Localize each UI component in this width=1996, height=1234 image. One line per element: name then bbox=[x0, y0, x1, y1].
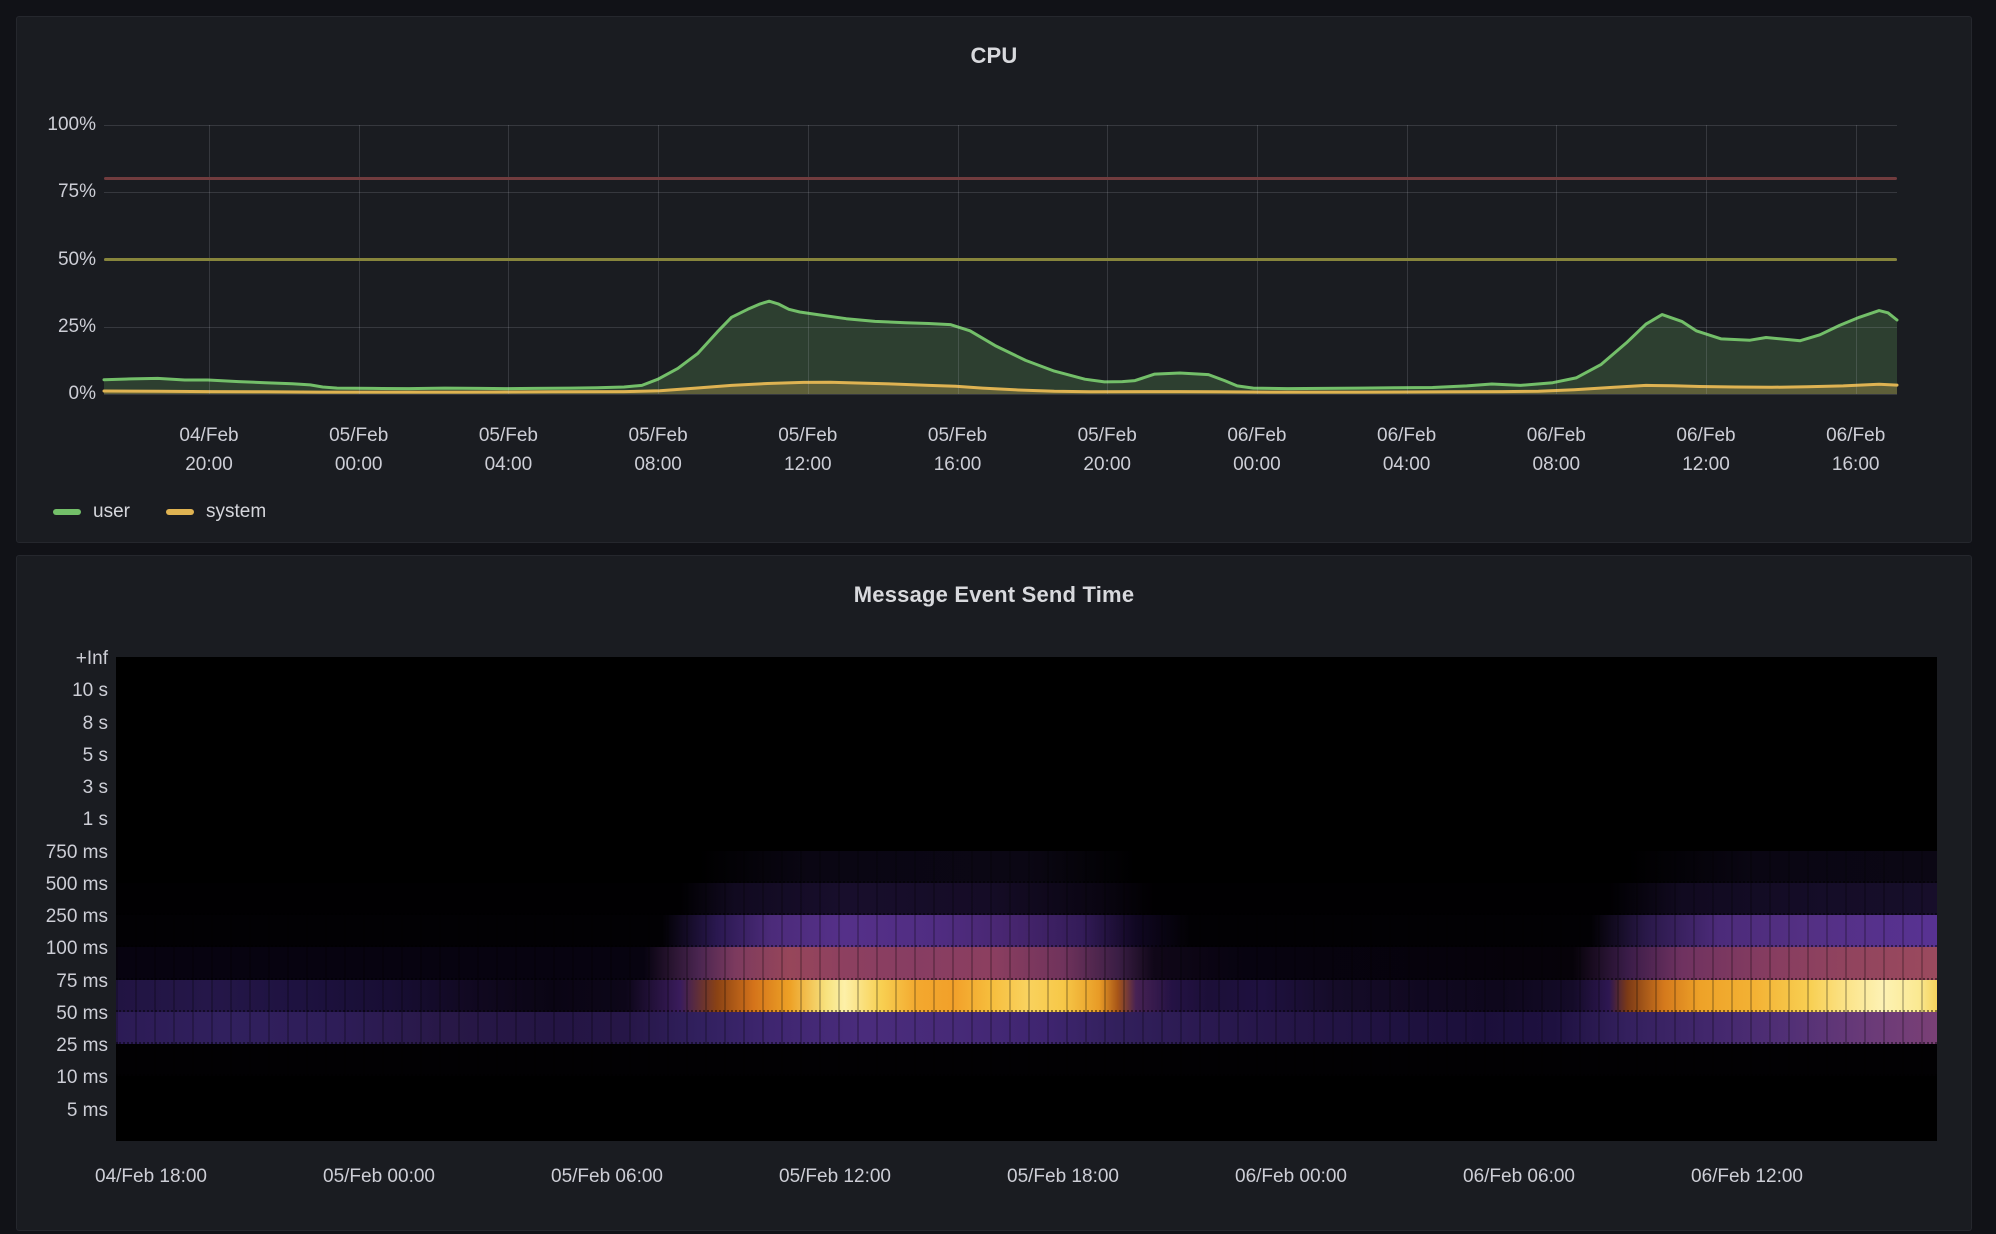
heatmap-x-tick-label: 05/Feb 00:00 bbox=[269, 1166, 489, 1188]
cpu-x-tick-label: 05/Feb16:00 bbox=[883, 421, 1033, 479]
legend-item-system[interactable]: system bbox=[166, 501, 266, 523]
heatmap-row-100ms bbox=[116, 947, 1937, 979]
heatmap-row-5ms bbox=[116, 1109, 1937, 1141]
heatmap-y-tick-label: 75 ms bbox=[17, 971, 108, 993]
heatmap-y-tick-label: 25 ms bbox=[17, 1035, 108, 1057]
heatmap-x-tick-label: 06/Feb 06:00 bbox=[1409, 1166, 1629, 1188]
cpu-x-tick-label: 06/Feb08:00 bbox=[1481, 421, 1631, 479]
panel-title-heatmap: Message Event Send Time bbox=[17, 582, 1971, 608]
heatmap-y-tick-label: 750 ms bbox=[17, 842, 108, 864]
heatmap-plot[interactable] bbox=[116, 657, 1937, 1141]
cpu-x-tick-label: 06/Feb04:00 bbox=[1332, 421, 1482, 479]
cpu-y-tick-label: 25% bbox=[17, 315, 96, 339]
cpu-x-tick-label: 04/Feb20:00 bbox=[134, 421, 284, 479]
cpu-h-gridline bbox=[104, 125, 1897, 126]
heatmap-y-tick-label: 10 ms bbox=[17, 1067, 108, 1089]
cpu-x-tick-label: 06/Feb12:00 bbox=[1631, 421, 1781, 479]
cpu-h-gridline bbox=[104, 192, 1897, 193]
heatmap-row-3s bbox=[116, 786, 1937, 818]
cpu-x-tick-label: 05/Feb00:00 bbox=[284, 421, 434, 479]
heatmap-y-tick-label: 500 ms bbox=[17, 874, 108, 896]
heatmap-row-50ms bbox=[116, 1012, 1937, 1044]
cpu-y-tick-label: 50% bbox=[17, 248, 96, 272]
cpu-chart-area[interactable] bbox=[104, 125, 1897, 394]
heatmap-row-250ms bbox=[116, 915, 1937, 947]
heatmap-row-inf bbox=[116, 657, 1937, 689]
cpu-x-tick-label: 06/Feb00:00 bbox=[1182, 421, 1332, 479]
threshold-line-80 bbox=[104, 177, 1897, 180]
heatmap-row-25ms bbox=[116, 1044, 1937, 1076]
cpu-y-tick-label: 0% bbox=[17, 382, 96, 406]
cpu-panel: CPU 100% 75% 50% 25% 0% 04/Feb20:0005/Feb00:… bbox=[16, 16, 1972, 543]
cpu-legend: user system bbox=[53, 501, 266, 523]
grafana-dashboard: { "page": { "background": "#111217", "pa… bbox=[0, 0, 1996, 1234]
heatmap-x-tick-label: 04/Feb 18:00 bbox=[41, 1166, 261, 1188]
heatmap-x-tick-label: 06/Feb 12:00 bbox=[1637, 1166, 1857, 1188]
heatmap-panel: Message Event Send Time +Inf 10 s 8 s 5 s 3 … bbox=[16, 555, 1972, 1231]
cpu-y-tick-label: 100% bbox=[17, 113, 96, 137]
heatmap-row-750ms bbox=[116, 851, 1937, 883]
legend-item-user[interactable]: user bbox=[53, 501, 130, 523]
cpu-h-gridline bbox=[104, 327, 1897, 328]
heatmap-x-tick-label: 05/Feb 12:00 bbox=[725, 1166, 945, 1188]
heatmap-x-tick-label: 06/Feb 00:00 bbox=[1181, 1166, 1401, 1188]
heatmap-row-1s bbox=[116, 818, 1937, 850]
heatmap-row-10s bbox=[116, 689, 1937, 721]
heatmap-x-tick-label: 05/Feb 06:00 bbox=[497, 1166, 717, 1188]
cpu-x-tick-label: 05/Feb20:00 bbox=[1032, 421, 1182, 479]
heatmap-y-tick-label: +Inf bbox=[17, 648, 108, 670]
cpu-y-tick-label: 75% bbox=[17, 180, 96, 204]
legend-swatch-user-icon bbox=[53, 509, 81, 515]
heatmap-row-10ms bbox=[116, 1076, 1937, 1108]
cpu-x-tick-label: 05/Feb08:00 bbox=[583, 421, 733, 479]
heatmap-y-tick-label: 10 s bbox=[17, 680, 108, 702]
cpu-x-tick-label: 06/Feb16:00 bbox=[1781, 421, 1931, 479]
legend-swatch-system-icon bbox=[166, 509, 194, 515]
legend-label-user: user bbox=[93, 501, 130, 523]
cpu-x-tick-label: 05/Feb04:00 bbox=[433, 421, 583, 479]
heatmap-y-tick-label: 100 ms bbox=[17, 938, 108, 960]
heatmap-y-tick-label: 1 s bbox=[17, 809, 108, 831]
heatmap-row-500ms bbox=[116, 883, 1937, 915]
heatmap-y-tick-label: 8 s bbox=[17, 713, 108, 735]
cpu-h-gridline bbox=[104, 394, 1897, 395]
threshold-line-50 bbox=[104, 258, 1897, 261]
heatmap-y-tick-label: 3 s bbox=[17, 777, 108, 799]
heatmap-x-tick-label: 05/Feb 18:00 bbox=[953, 1166, 1173, 1188]
heatmap-row-75ms bbox=[116, 980, 1937, 1012]
heatmap-row-5s bbox=[116, 754, 1937, 786]
heatmap-y-tick-label: 5 s bbox=[17, 745, 108, 767]
heatmap-y-tick-label: 50 ms bbox=[17, 1003, 108, 1025]
legend-label-system: system bbox=[206, 501, 266, 523]
heatmap-y-tick-label: 5 ms bbox=[17, 1100, 108, 1122]
heatmap-y-tick-label: 250 ms bbox=[17, 906, 108, 928]
panel-title-cpu: CPU bbox=[17, 43, 1971, 69]
heatmap-row-8s bbox=[116, 722, 1937, 754]
cpu-x-tick-label: 05/Feb12:00 bbox=[733, 421, 883, 479]
